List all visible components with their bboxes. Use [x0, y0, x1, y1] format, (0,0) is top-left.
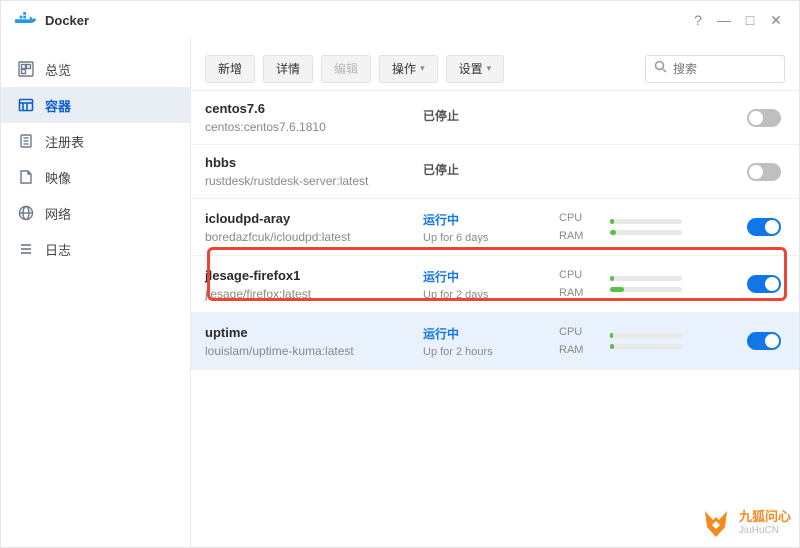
dashboard-icon: [17, 60, 35, 78]
new-button[interactable]: 新增: [205, 55, 255, 83]
search-icon: [654, 60, 667, 78]
container-status: 运行中: [423, 211, 553, 228]
docker-logo-icon: [15, 12, 37, 28]
action-dropdown[interactable]: 操作▾: [379, 55, 438, 83]
chevron-down-icon: ▾: [420, 63, 425, 74]
container-icon: [17, 96, 35, 114]
sidebar-item-registry[interactable]: 注册表: [1, 123, 190, 159]
chevron-down-icon: ▾: [487, 63, 492, 74]
network-icon: [17, 204, 35, 222]
sidebar-item-label: 总览: [45, 60, 71, 79]
help-button[interactable]: ?: [685, 7, 711, 33]
main-panel: 新增 详情 编辑 操作▾ 设置▾ centos7.6 centos:centos7…: [191, 39, 799, 547]
container-name: jlesage-firefox1: [205, 268, 417, 283]
power-toggle[interactable]: [747, 275, 781, 293]
container-uptime: Up for 2 days: [423, 289, 553, 301]
sidebar-item-label: 日志: [45, 240, 71, 259]
container-image: jlesage/firefox:latest: [205, 287, 417, 301]
search-box[interactable]: [645, 55, 785, 83]
sidebar-item-label: 网络: [45, 204, 71, 223]
container-image: centos:centos7.6.1810: [205, 120, 417, 134]
power-toggle[interactable]: [747, 163, 781, 181]
container-uptime: Up for 6 days: [423, 232, 553, 244]
log-icon: [17, 240, 35, 258]
ram-label: RAM: [559, 227, 604, 245]
sidebar-item-overview[interactable]: 总览: [1, 51, 190, 87]
app-window: Docker ? — □ ✕ 总览 容器: [0, 0, 800, 548]
cpu-label: CPU: [559, 266, 604, 284]
power-toggle[interactable]: [747, 332, 781, 350]
detail-button[interactable]: 详情: [263, 55, 313, 83]
container-status: 运行中: [423, 268, 553, 285]
container-name: hbbs: [205, 155, 417, 170]
sidebar-item-container[interactable]: 容器: [1, 87, 190, 123]
container-name: uptime: [205, 325, 417, 340]
cpu-label: CPU: [559, 323, 604, 341]
ram-usage-bar: [610, 344, 682, 349]
ram-usage-bar: [610, 287, 682, 292]
sidebar-item-network[interactable]: 网络: [1, 195, 190, 231]
sidebar-item-label: 映像: [45, 168, 71, 187]
container-status: 已停止: [423, 161, 553, 178]
cpu-usage-bar: [610, 333, 682, 338]
container-name: icloudpd-aray: [205, 211, 417, 226]
titlebar: Docker ? — □ ✕: [1, 1, 799, 39]
container-status: 已停止: [423, 107, 553, 124]
container-row[interactable]: uptime louislam/uptime-kuma:latest 运行中 Up f…: [191, 313, 799, 370]
container-name: centos7.6: [205, 101, 417, 116]
power-toggle[interactable]: [747, 109, 781, 127]
sidebar-item-image[interactable]: 映像: [1, 159, 190, 195]
toolbar: 新增 详情 编辑 操作▾ 设置▾: [191, 47, 799, 91]
container-row[interactable]: hbbs rustdesk/rustdesk-server:latest 已停止: [191, 145, 799, 199]
cpu-label: CPU: [559, 209, 604, 227]
sidebar-item-label: 注册表: [45, 132, 84, 151]
search-input[interactable]: [673, 62, 776, 76]
container-row[interactable]: icloudpd-aray boredazfcuk/icloudpd:latest…: [191, 199, 799, 256]
ram-label: RAM: [559, 341, 604, 359]
settings-dropdown[interactable]: 设置▾: [446, 55, 505, 83]
close-button[interactable]: ✕: [763, 7, 789, 33]
image-icon: [17, 168, 35, 186]
container-row[interactable]: centos7.6 centos:centos7.6.1810 已停止: [191, 91, 799, 145]
sidebar-item-log[interactable]: 日志: [1, 231, 190, 267]
container-image: boredazfcuk/icloudpd:latest: [205, 230, 417, 244]
container-image: louislam/uptime-kuma:latest: [205, 344, 417, 358]
container-uptime: Up for 2 hours: [423, 346, 553, 358]
container-image: rustdesk/rustdesk-server:latest: [205, 174, 417, 188]
edit-button[interactable]: 编辑: [321, 55, 371, 83]
registry-icon: [17, 132, 35, 150]
window-title: Docker: [45, 13, 89, 28]
maximize-button[interactable]: □: [737, 7, 763, 33]
power-toggle[interactable]: [747, 218, 781, 236]
ram-usage-bar: [610, 230, 682, 235]
container-row[interactable]: jlesage-firefox1 jlesage/firefox:latest 运行…: [191, 256, 799, 313]
cpu-usage-bar: [610, 219, 682, 224]
minimize-button[interactable]: —: [711, 7, 737, 33]
container-list: centos7.6 centos:centos7.6.1810 已停止 hbbs rus…: [191, 91, 799, 547]
cpu-usage-bar: [610, 276, 682, 281]
ram-label: RAM: [559, 284, 604, 302]
container-status: 运行中: [423, 325, 553, 342]
sidebar-item-label: 容器: [45, 96, 71, 115]
sidebar: 总览 容器 注册表 映像: [1, 39, 191, 547]
